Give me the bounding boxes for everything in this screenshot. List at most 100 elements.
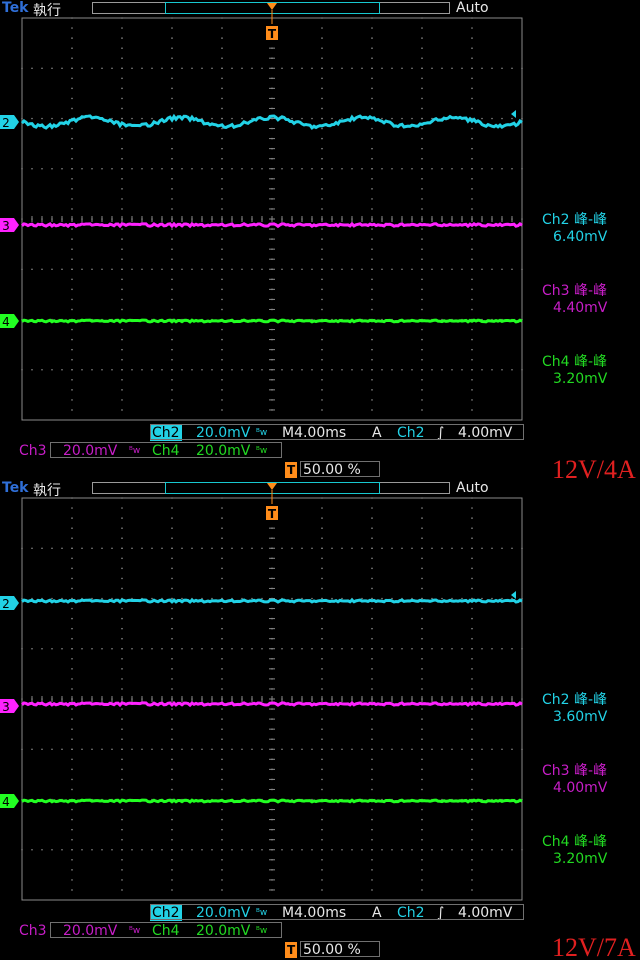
grid-dot — [321, 607, 323, 610]
grid-dot — [121, 97, 123, 100]
grid-dot — [71, 738, 73, 740]
ch4-marker[interactable]: 4 — [0, 314, 19, 329]
grid-dot — [121, 338, 123, 341]
grid-dot — [171, 208, 173, 210]
grid-dot — [221, 537, 223, 539]
grid-dot — [471, 188, 473, 190]
ch2-marker[interactable]: 2 — [0, 596, 19, 611]
grid-dot — [321, 879, 323, 881]
grid-dot — [421, 409, 423, 411]
measurement-ch3-value: 4.40mV — [553, 300, 608, 316]
grid-dot — [321, 597, 323, 600]
grid-dot — [171, 47, 173, 49]
grid-dot — [121, 828, 123, 831]
grid-dot — [281, 647, 283, 650]
graticule: T 2 3 4 — [0, 3, 523, 421]
grid-dot — [71, 127, 73, 130]
grid-dot — [371, 818, 373, 821]
grid-dot — [121, 268, 123, 271]
grid-dot — [181, 268, 183, 271]
grid-dot — [421, 527, 423, 529]
grid-dot — [411, 67, 413, 70]
grid-dot — [221, 607, 223, 610]
grid-dot — [41, 167, 43, 170]
grid-dot — [21, 748, 23, 751]
grid-dot — [51, 848, 53, 851]
trigger-position-marker[interactable]: T — [266, 483, 278, 521]
ch2-marker[interactable]: 2 — [0, 115, 19, 130]
grid-dot — [471, 409, 473, 411]
grid-dot — [101, 268, 103, 271]
grid-dot — [421, 658, 423, 660]
grid-dot — [221, 389, 223, 391]
grid-dot — [71, 647, 73, 650]
grid-dot — [421, 889, 423, 891]
grid-dot — [371, 198, 373, 200]
grid-dot — [171, 298, 173, 301]
grid-dot — [221, 647, 223, 650]
ch3-status-label[interactable]: Ch3 — [17, 923, 49, 939]
grid-dot — [471, 587, 473, 590]
grid-dot — [221, 627, 223, 630]
grid-dot — [381, 848, 383, 851]
grid-dot — [221, 348, 223, 351]
grid-dot — [371, 497, 373, 499]
grid-dot — [121, 517, 123, 519]
grid-dot — [131, 117, 133, 120]
grid-dot — [211, 117, 213, 120]
grid-dot — [471, 768, 473, 771]
grid-dot — [351, 547, 353, 550]
grid-dot — [371, 617, 373, 620]
grid-dot — [371, 137, 373, 140]
grid-dot — [221, 248, 223, 250]
grid-dot — [91, 67, 93, 70]
ch3-status-label[interactable]: Ch3 — [17, 443, 49, 459]
grid-dot — [371, 278, 373, 281]
ch3-marker[interactable]: 3 — [0, 218, 19, 233]
grid-dot — [391, 848, 393, 851]
grid-dot — [171, 637, 173, 640]
grid-dot — [121, 758, 123, 761]
grid-dot — [421, 117, 423, 120]
grid-dot — [221, 288, 223, 291]
grid-dot — [421, 637, 423, 640]
grid-dot — [41, 848, 43, 851]
grid-dot — [141, 167, 143, 170]
grid-dot — [351, 167, 353, 170]
grid-dot — [391, 268, 393, 271]
grid-dot — [371, 67, 373, 70]
grid-dot — [521, 67, 523, 70]
grid-dot — [191, 67, 193, 70]
trigger-position-marker[interactable]: T — [266, 3, 278, 41]
grid-dot — [421, 308, 423, 311]
grid-dot — [461, 647, 463, 650]
grid-dot — [71, 268, 73, 271]
grid-dot — [221, 728, 223, 730]
grid-dot — [121, 708, 123, 710]
grid-dot — [321, 627, 323, 630]
grid-dot — [331, 368, 333, 371]
grid-dot — [471, 288, 473, 291]
grid-dot — [81, 547, 83, 550]
grid-dot — [221, 668, 223, 670]
grid-dot — [411, 368, 413, 371]
grid-dot — [371, 399, 373, 401]
grid-dot — [151, 848, 153, 851]
grid-dot — [251, 647, 253, 650]
grid-dot — [371, 338, 373, 341]
grid-dot — [431, 647, 433, 650]
grid-dot — [71, 228, 73, 230]
grid-dot — [291, 597, 293, 600]
ch4-marker[interactable]: 4 — [0, 794, 19, 809]
grid-dot — [221, 57, 223, 59]
grid-dot — [221, 748, 223, 751]
grid-dot — [71, 67, 73, 70]
grid-dot — [461, 748, 463, 751]
grid-dot — [391, 748, 393, 751]
grid-dot — [141, 647, 143, 650]
grid-dot — [491, 647, 493, 650]
grid-dot — [371, 607, 373, 610]
grid-dot — [441, 67, 443, 70]
ch3-marker[interactable]: 3 — [0, 699, 19, 714]
grid-dot — [421, 278, 423, 281]
